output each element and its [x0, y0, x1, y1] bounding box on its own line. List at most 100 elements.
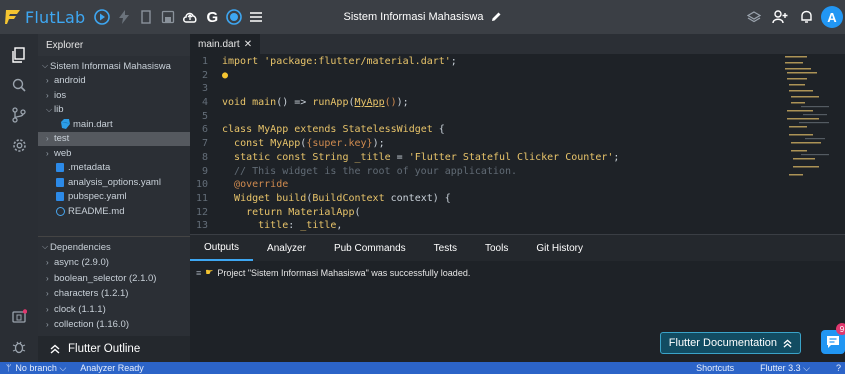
- tab-tools[interactable]: Tools: [471, 235, 522, 261]
- tree-item-label: test: [54, 133, 70, 145]
- code-area[interactable]: 1 import 'package:flutter/material.dart';…: [190, 56, 790, 248]
- files-icon[interactable]: [8, 44, 30, 66]
- code-line: 2 ●: [190, 70, 790, 84]
- search-icon[interactable]: [8, 74, 30, 96]
- hot-reload-icon[interactable]: [113, 6, 135, 28]
- code-line: 11 Widget build(BuildContext context) {: [190, 193, 790, 207]
- chevron-down-icon: ⌵: [42, 242, 49, 251]
- menu-icon[interactable]: [245, 6, 267, 28]
- code-minimap[interactable]: [781, 54, 837, 194]
- tree-item-main-dart[interactable]: main.dart: [38, 117, 190, 132]
- code-line: 13 title: _title,: [190, 220, 790, 234]
- tree-item-test[interactable]: › test: [38, 131, 190, 146]
- dependency-label: characters (1.2.1): [54, 288, 129, 300]
- flutter-version-selector[interactable]: Flutter 3.3 ⌵: [760, 363, 810, 374]
- line-number: 6: [201, 124, 208, 136]
- close-icon[interactable]: ✕: [244, 39, 252, 50]
- line-number: 1: [201, 56, 208, 67]
- code-line: 7 const MyApp({super.key});: [190, 138, 790, 152]
- dependency-item[interactable]: › characters (1.2.1): [38, 286, 190, 302]
- dependency-item[interactable]: › collection (1.16.0): [38, 317, 190, 333]
- tab-tests[interactable]: Tests: [420, 235, 471, 261]
- save-icon[interactable]: [157, 6, 179, 28]
- flutlab-logo[interactable]: FlutLab: [4, 8, 85, 27]
- chevron-right-icon: ›: [46, 90, 49, 100]
- chevron-right-icon: ›: [46, 134, 49, 144]
- editor-tab-label: main.dart: [198, 38, 240, 50]
- settings-gear-icon[interactable]: [8, 134, 30, 156]
- dependency-item[interactable]: › boolean_selector (2.1.0): [38, 271, 190, 287]
- branch-selector[interactable]: No branch ⌵: [15, 363, 66, 374]
- tree-item-label: main.dart: [73, 118, 113, 130]
- line-number: 12: [195, 206, 208, 218]
- project-title: Sistem Informasi Mahasiswa: [343, 11, 484, 23]
- dependencies-header-label: Dependencies: [50, 241, 111, 253]
- chat-button[interactable]: 9: [821, 323, 845, 354]
- tree-item-label: pubspec.yaml: [68, 191, 127, 203]
- dart-file-icon: [61, 119, 70, 130]
- dependency-label: async (2.9.0): [54, 257, 109, 269]
- tree-item-web[interactable]: › web: [38, 146, 190, 161]
- explorer-panel: Explorer ⌵ Sistem Informasi Mahasiswa › a…: [38, 34, 190, 362]
- flutter-documentation-label: Flutter Documentation: [668, 337, 777, 349]
- tree-item-pubspec[interactable]: pubspec.yaml: [38, 190, 190, 205]
- double-chevron-up-icon: [50, 344, 60, 354]
- tab-pub-commands[interactable]: Pub Commands: [320, 235, 420, 261]
- tab-outputs[interactable]: Outputs: [190, 235, 254, 261]
- tree-item-metadata[interactable]: .metadata: [38, 161, 190, 176]
- flutter-outline-label: Flutter Outline: [68, 343, 141, 355]
- activity-bar: [0, 34, 38, 362]
- tab-analyzer[interactable]: Analyzer: [253, 235, 320, 261]
- tree-item-lib[interactable]: ⌵ lib: [38, 103, 190, 118]
- notification-bell-icon[interactable]: [795, 6, 817, 28]
- shortcuts-link[interactable]: Shortcuts: [696, 363, 734, 373]
- source-control-icon[interactable]: [8, 104, 30, 126]
- branch-label: No branch: [15, 362, 57, 373]
- line-number: 10: [195, 179, 208, 191]
- chevron-right-icon: ›: [46, 304, 49, 314]
- flutter-outline-toggle[interactable]: Flutter Outline: [38, 336, 190, 362]
- run-icon[interactable]: [91, 6, 113, 28]
- top-bar: FlutLab G Sistem Informasi Mahasiswa A: [0, 0, 845, 34]
- line-number: 9: [201, 165, 208, 177]
- help-icon[interactable]: ?: [836, 363, 841, 373]
- code-line: 12 return MaterialApp(: [190, 207, 790, 221]
- dependency-item[interactable]: › clock (1.1.1): [38, 302, 190, 318]
- log-message: Project "Sistem Informasi Mahasiswa" was…: [217, 267, 471, 278]
- device-preview-icon[interactable]: [8, 306, 30, 328]
- line-number: 5: [201, 110, 208, 122]
- tree-item-analysis-options[interactable]: analysis_options.yaml: [38, 175, 190, 190]
- chevron-right-icon: ›: [46, 258, 49, 268]
- add-user-icon[interactable]: [769, 6, 791, 28]
- line-number: 3: [201, 83, 208, 95]
- code-line: 1 import 'package:flutter/material.dart';: [190, 56, 790, 70]
- dependencies-header[interactable]: ⌵ Dependencies: [38, 239, 190, 255]
- tree-item-android[interactable]: › android: [38, 74, 190, 89]
- debug-bug-icon[interactable]: [8, 336, 30, 358]
- dependency-item[interactable]: › async (2.9.0): [38, 255, 190, 271]
- dependency-label: clock (1.1.1): [54, 303, 106, 315]
- layers-icon[interactable]: [743, 6, 765, 28]
- double-chevron-up-icon: [783, 339, 792, 348]
- file-icon: [56, 192, 64, 202]
- stop-icon[interactable]: [135, 6, 157, 28]
- flutter-documentation-button[interactable]: Flutter Documentation: [659, 332, 801, 354]
- lightbulb-icon[interactable]: ●: [222, 70, 228, 84]
- top-bar-right: A: [743, 0, 845, 34]
- tree-item-ios[interactable]: › ios: [38, 88, 190, 103]
- analyzer-status: Analyzer Ready: [80, 363, 144, 373]
- edit-pencil-icon[interactable]: [490, 11, 502, 23]
- line-number: 7: [201, 138, 208, 150]
- user-avatar[interactable]: A: [821, 6, 843, 28]
- tab-git-history[interactable]: Git History: [522, 235, 597, 261]
- chevron-right-icon: ›: [46, 289, 49, 299]
- record-icon[interactable]: [223, 6, 245, 28]
- output-panel: Outputs Analyzer Pub Commands Tests Tool…: [190, 234, 845, 362]
- tree-root[interactable]: ⌵ Sistem Informasi Mahasiswa: [38, 59, 190, 74]
- flutter-version-label: Flutter 3.3: [760, 362, 801, 373]
- line-number: 11: [195, 192, 208, 204]
- tree-item-readme[interactable]: README.md: [38, 204, 190, 219]
- editor-tab-main-dart[interactable]: main.dart ✕: [190, 34, 261, 54]
- cloud-upload-icon[interactable]: [179, 6, 201, 28]
- google-icon[interactable]: G: [201, 6, 223, 28]
